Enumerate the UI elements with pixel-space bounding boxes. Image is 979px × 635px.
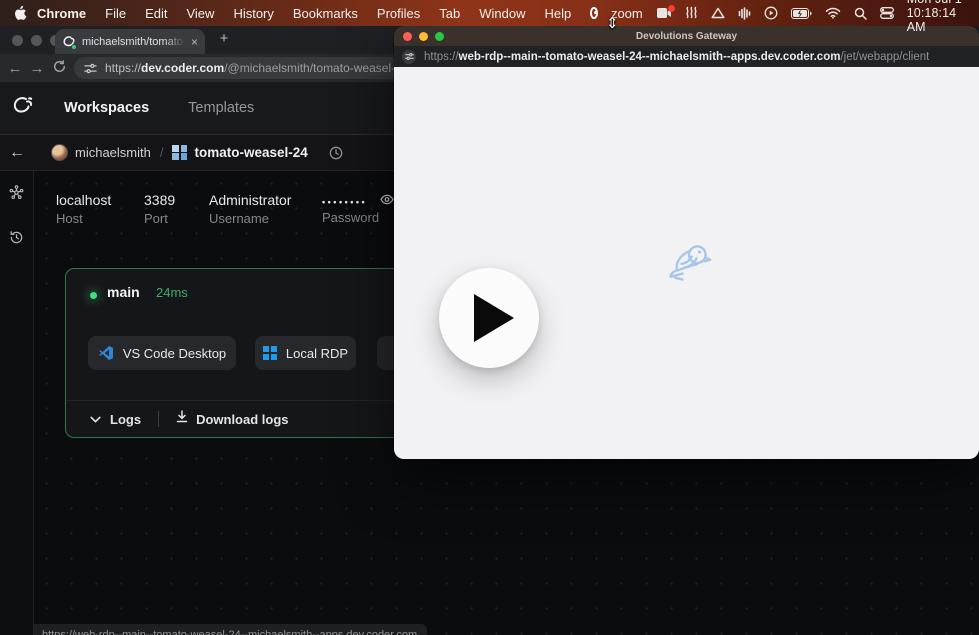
play-circle-menu-icon[interactable] (764, 6, 778, 20)
wifi-icon[interactable] (825, 7, 841, 19)
play-icon (474, 294, 514, 342)
coder-favicon (62, 35, 76, 49)
play-button[interactable] (439, 268, 539, 368)
mouse-cursor: ⇕ (606, 14, 619, 32)
close-window-button[interactable] (12, 35, 23, 46)
site-settings-icon[interactable] (84, 62, 97, 75)
nav-workspaces[interactable]: Workspaces (64, 100, 149, 116)
breadcrumb-workspace-name[interactable]: tomato-weasel-24 (194, 145, 307, 160)
workspace-sidebar (0, 171, 34, 635)
host-field: localhost Host (56, 192, 111, 226)
windows-icon (263, 346, 277, 360)
macos-menu-bar: Chrome File Edit View History Bookmarks … (0, 0, 979, 26)
vscode-desktop-button[interactable]: VS Code Desktop (88, 336, 236, 370)
battery-icon[interactable] (791, 8, 812, 19)
new-tab-button[interactable]: + (214, 30, 234, 47)
screen-record-icon[interactable] (590, 7, 598, 19)
menu-item-bookmarks[interactable]: Bookmarks (293, 6, 358, 21)
agent-status-dot (90, 292, 97, 299)
link-preview-status: https://web-rdp--main--tomato-weasel-24-… (34, 624, 427, 635)
triangle-menu-icon[interactable] (711, 7, 725, 19)
password-field: •••••••• Password (322, 192, 379, 225)
windows-template-icon (172, 145, 187, 160)
reload-button[interactable] (48, 60, 70, 77)
notification-badge (668, 5, 675, 12)
close-window-button[interactable] (403, 32, 412, 41)
back-button[interactable]: ← (4, 60, 26, 77)
menu-item-help[interactable]: Help (545, 6, 572, 21)
waves-menu-icon[interactable] (685, 6, 698, 20)
minimize-window-button[interactable] (419, 32, 428, 41)
port-field: 3389 Port (144, 192, 175, 226)
search-icon[interactable] (854, 7, 867, 20)
minimize-window-button[interactable] (31, 35, 42, 46)
devolutions-gateway-window: Devolutions Gateway https://web-rdp--mai… (394, 26, 979, 459)
zoom-window-button[interactable] (435, 32, 444, 41)
divider (158, 411, 159, 427)
menu-item-file[interactable]: File (105, 6, 126, 21)
tab-status-dot (71, 44, 77, 50)
gateway-url: https://web-rdp--main--tomato-weasel-24-… (424, 51, 929, 63)
nav-templates[interactable]: Templates (188, 100, 254, 116)
coder-logo-icon[interactable] (10, 93, 36, 124)
menu-item-history[interactable]: History (233, 6, 273, 21)
chevron-down-icon[interactable] (90, 416, 101, 423)
back-arrow-button[interactable]: ← (9, 144, 25, 162)
tab-close-icon[interactable]: × (191, 36, 198, 48)
resources-icon[interactable] (9, 185, 24, 205)
show-password-eye-icon[interactable] (380, 192, 394, 210)
username-field: Administrator Username (209, 192, 291, 226)
local-rdp-button[interactable]: Local RDP (255, 336, 356, 370)
menu-item-profiles[interactable]: Profiles (377, 6, 420, 21)
camera-notification-icon[interactable] (656, 7, 672, 19)
menu-bar-clock[interactable]: Mon Jul 1 10:18:14 AM (907, 0, 967, 34)
menu-item-tab[interactable]: Tab (439, 6, 460, 21)
site-settings-icon[interactable] (402, 50, 416, 64)
schedule-clock-icon[interactable] (329, 146, 343, 160)
apple-icon[interactable] (13, 5, 27, 21)
audio-bars-menu-icon[interactable] (738, 7, 751, 20)
user-avatar[interactable] (51, 144, 68, 161)
menu-item-view[interactable]: View (186, 6, 214, 21)
logs-toggle[interactable]: Logs (110, 412, 141, 427)
vscode-icon (98, 345, 114, 361)
breadcrumb-separator: / (160, 145, 164, 160)
devolutions-bird-logo (666, 242, 712, 289)
gateway-content (394, 67, 979, 459)
menu-item-edit[interactable]: Edit (145, 6, 167, 21)
control-center-icon[interactable] (880, 7, 894, 19)
agent-name: main (107, 284, 140, 300)
agent-latency: 24ms (156, 285, 188, 300)
menu-item-chrome[interactable]: Chrome (37, 6, 86, 21)
download-icon[interactable] (176, 410, 188, 428)
browser-tab[interactable]: michaelsmith/tomato-weasel- × (55, 29, 205, 54)
tab-title: michaelsmith/tomato-weasel- (82, 36, 185, 48)
download-logs-button[interactable]: Download logs (196, 412, 288, 427)
forward-button[interactable]: → (26, 60, 48, 77)
history-icon[interactable] (9, 230, 24, 250)
gateway-address-bar[interactable]: https://web-rdp--main--tomato-weasel-24-… (394, 46, 979, 67)
breadcrumb-username[interactable]: michaelsmith (75, 145, 151, 160)
menu-item-window[interactable]: Window (479, 6, 525, 21)
